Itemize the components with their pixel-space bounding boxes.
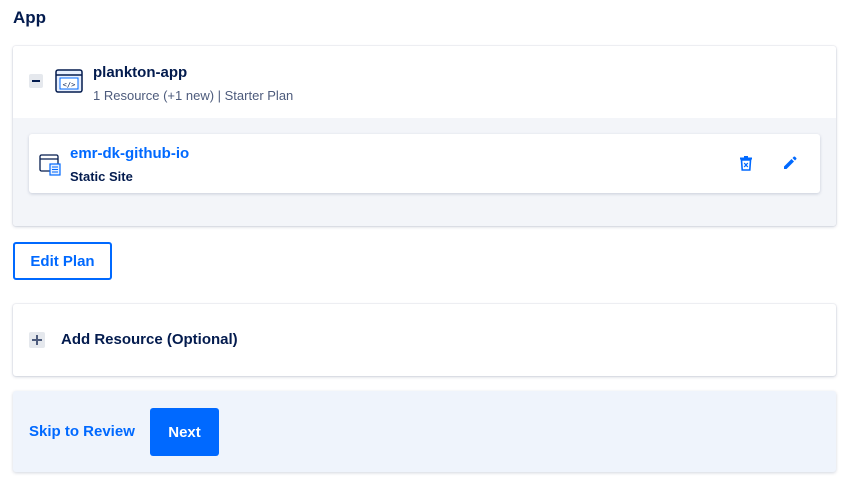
plus-icon (29, 332, 45, 348)
static-site-icon (39, 154, 61, 176)
app-meta: 1 Resource (+1 new) | Starter Plan (93, 88, 294, 103)
code-window-icon: </> (55, 69, 83, 93)
trash-icon[interactable] (738, 155, 754, 171)
footer-actions: Skip to Review Next (13, 391, 836, 472)
skip-to-review-link[interactable]: Skip to Review (29, 423, 135, 440)
collapse-icon[interactable] (29, 74, 43, 88)
section-title: App (13, 8, 47, 27)
add-resource-card[interactable]: Add Resource (Optional) (13, 304, 836, 376)
edit-plan-button[interactable]: Edit Plan (13, 242, 112, 280)
app-card: </> plankton-app 1 Resource (+1 new) | S… (13, 46, 836, 226)
next-button[interactable]: Next (150, 408, 219, 456)
resource-card: emr-dk-github-io Static Site (29, 134, 820, 193)
add-resource-label: Add Resource (Optional) (61, 331, 238, 348)
app-header: </> plankton-app 1 Resource (+1 new) | S… (13, 46, 836, 118)
resource-name-link[interactable]: emr-dk-github-io (70, 145, 189, 162)
resource-type: Static Site (70, 169, 133, 184)
app-name: plankton-app (93, 64, 188, 81)
pencil-icon[interactable] (782, 155, 798, 171)
svg-text:</>: </> (63, 81, 76, 89)
